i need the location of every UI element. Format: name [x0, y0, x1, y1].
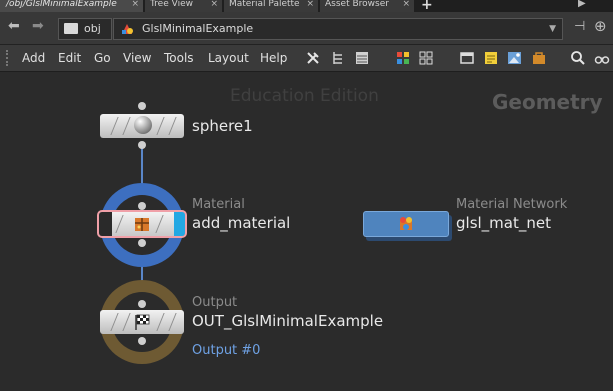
dropdown-arrow-icon[interactable]: ▼	[549, 19, 556, 39]
tab-label: Material Palette	[229, 0, 300, 9]
tab-label: Asset Browser	[325, 0, 389, 9]
breadcrumb-obj[interactable]: obj	[58, 18, 112, 40]
material-network-icon	[397, 215, 415, 233]
node-flag-divider	[115, 215, 124, 233]
edition-watermark: Education Edition	[230, 86, 379, 106]
close-icon[interactable]: ×	[210, 0, 218, 9]
menu-layout[interactable]: Layout	[208, 51, 249, 65]
network-context-label: Geometry	[492, 90, 603, 114]
node-flag-divider	[156, 313, 165, 331]
close-icon[interactable]: ×	[131, 0, 139, 9]
display-flag[interactable]	[174, 212, 185, 236]
menu-view[interactable]: View	[123, 51, 151, 65]
node-add-material[interactable]	[97, 210, 187, 238]
pane-menu-arrow-icon[interactable]: ▶	[578, 0, 586, 9]
output-index-label: Output #0	[192, 343, 261, 358]
grip-icon	[6, 50, 12, 66]
node-name: sphere1	[192, 117, 253, 135]
node-flag-divider	[110, 313, 119, 331]
menu-tools[interactable]: Tools	[164, 51, 194, 65]
search-icon[interactable]	[570, 50, 586, 66]
color-palette-icon[interactable]	[395, 50, 411, 66]
node-flag-divider	[168, 117, 177, 135]
wire-sphere-to-material[interactable]	[141, 143, 143, 186]
node-type: Output	[192, 295, 238, 310]
node-type: Material	[192, 197, 245, 212]
node-name: OUT_GlslMinimalExample	[192, 312, 384, 330]
menu-add[interactable]: Add	[22, 51, 45, 65]
node-out[interactable]	[100, 310, 184, 334]
close-icon[interactable]: ×	[402, 0, 410, 9]
geometry-object-icon	[120, 22, 134, 36]
input-connector[interactable]	[138, 300, 146, 308]
checkered-flag-icon	[133, 313, 151, 331]
node-flag-divider	[110, 117, 119, 135]
node-sphere1[interactable]	[100, 114, 184, 138]
network-icon	[64, 23, 78, 34]
list-view-icon[interactable]	[354, 50, 370, 66]
path-bar: ⬅ ➡ obj GlslMinimalExample ▼ ⊣ ⊕	[0, 12, 613, 45]
binoculars-icon[interactable]	[594, 50, 610, 66]
node-name: glsl_mat_net	[456, 214, 551, 232]
forward-arrow-icon[interactable]: ➡	[32, 18, 44, 34]
menu-edit[interactable]: Edit	[58, 51, 81, 65]
menu-go[interactable]: Go	[94, 51, 111, 65]
pin-icon[interactable]: ⊣	[574, 19, 585, 34]
node-flag-divider	[155, 215, 164, 233]
tree-layout-icon[interactable]	[330, 50, 346, 66]
node-name: add_material	[192, 214, 291, 232]
close-icon[interactable]: ×	[306, 0, 314, 9]
node-flag-divider	[122, 117, 131, 135]
sphere-icon	[134, 116, 152, 134]
network-editor[interactable]: Education Edition Geometry sphere1 Mater…	[0, 72, 613, 391]
input-connector[interactable]	[138, 102, 146, 110]
tab-asset-browser[interactable]: Asset Browser ×	[320, 0, 414, 12]
tab-label: Tree View	[150, 0, 193, 9]
breadcrumb-label: GlslMinimalExample	[142, 22, 254, 35]
output-connector[interactable]	[138, 141, 146, 149]
tab-label: /obj/GlslMinimalExample	[6, 0, 117, 9]
menu-help[interactable]: Help	[260, 51, 287, 65]
toolbox-icon[interactable]	[531, 50, 547, 66]
back-arrow-icon[interactable]: ⬅	[8, 18, 20, 34]
breadcrumb-current[interactable]: GlslMinimalExample ▼	[113, 18, 563, 40]
shape-palette-icon[interactable]	[418, 50, 434, 66]
node-glsl-mat-net[interactable]	[363, 211, 449, 237]
wrench-icon[interactable]	[305, 50, 321, 66]
tab-tree-view[interactable]: Tree View ×	[145, 0, 222, 12]
node-flag-divider	[122, 313, 131, 331]
image-background-icon[interactable]	[507, 50, 523, 66]
output-connector[interactable]	[138, 239, 146, 247]
bypass-flag[interactable]	[99, 212, 112, 236]
pane-tab-strip: /obj/GlslMinimalExample × Tree View × Ma…	[0, 0, 613, 12]
link-icon[interactable]: ⊕	[594, 17, 607, 35]
add-tab-icon[interactable]: +	[421, 0, 433, 12]
breadcrumb-label: obj	[84, 22, 101, 35]
tab-material-palette[interactable]: Material Palette ×	[224, 0, 318, 12]
network-menu-bar: Add Edit Go View Tools Layout Help	[0, 45, 613, 72]
node-flag-divider	[168, 313, 177, 331]
tab-network-path[interactable]: /obj/GlslMinimalExample ×	[0, 0, 143, 12]
material-box-icon	[133, 215, 151, 233]
node-flag-divider	[156, 117, 165, 135]
sticky-note-icon[interactable]	[483, 50, 499, 66]
output-connector[interactable]	[138, 337, 146, 345]
network-box-icon[interactable]	[459, 50, 475, 66]
input-connector[interactable]	[138, 202, 146, 210]
node-type: Material Network	[456, 197, 568, 212]
